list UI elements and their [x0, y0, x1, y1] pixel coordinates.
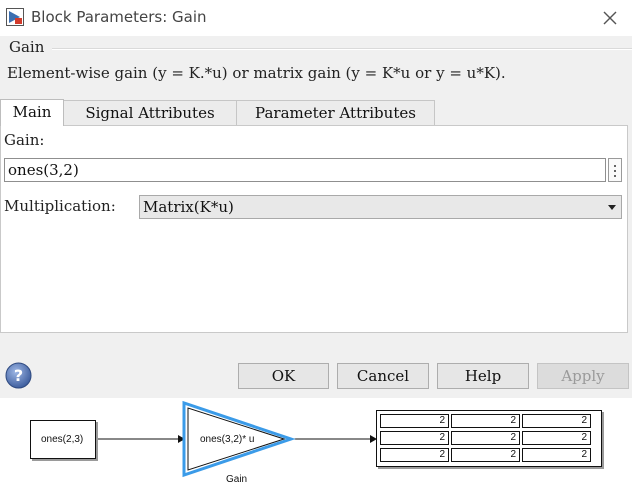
- block-description: Element-wise gain (y = K.*u) or matrix g…: [7, 64, 506, 82]
- display-cell: 2: [380, 448, 449, 462]
- display-cell: 2: [522, 414, 591, 428]
- chevron-down-icon: [608, 205, 616, 210]
- help-icon[interactable]: ?: [5, 362, 32, 389]
- cancel-button[interactable]: Cancel: [337, 363, 429, 389]
- multiplication-dropdown[interactable]: Matrix(K*u): [139, 195, 622, 219]
- svg-text:?: ?: [14, 366, 23, 385]
- tab-main[interactable]: Main: [0, 99, 64, 126]
- multiplication-value: Matrix(K*u): [143, 198, 234, 216]
- display-cell: 2: [451, 448, 520, 462]
- tab-parameter-attributes[interactable]: Parameter Attributes: [236, 100, 435, 125]
- window-title: Block Parameters: Gain: [31, 8, 207, 26]
- block-parameters-dialog: Block Parameters: Gain Gain Element-wise…: [0, 0, 632, 398]
- constant-block-value: ones(2,3): [41, 434, 84, 445]
- display-block[interactable]: 2 2 2 2 2 2 2 2 2: [376, 410, 602, 467]
- main-tab-panel: [0, 125, 628, 333]
- simulink-app-icon: [6, 8, 24, 26]
- group-divider: [52, 48, 632, 50]
- tab-signal-attributes[interactable]: Signal Attributes: [63, 100, 237, 125]
- display-cell: 2: [522, 431, 591, 445]
- display-cell: 2: [522, 448, 591, 462]
- title-bar: Block Parameters: Gain: [0, 0, 632, 36]
- display-cell: 2: [380, 431, 449, 445]
- gain-input[interactable]: [4, 158, 606, 182]
- gain-label: Gain:: [4, 131, 45, 149]
- gain-block-value: ones(3,2)* u: [200, 434, 255, 445]
- apply-button[interactable]: Apply: [537, 363, 629, 389]
- help-button[interactable]: Help: [437, 363, 529, 389]
- display-cell: 2: [380, 414, 449, 428]
- group-title: Gain: [9, 38, 45, 56]
- ok-button[interactable]: OK: [238, 363, 329, 389]
- simulink-model-canvas: ones(2,3) ones(3,2)* u 2 2 2 2 2 2 2 2 2: [0, 398, 632, 479]
- more-options-icon[interactable]: [608, 158, 622, 182]
- multiplication-label: Multiplication:: [4, 197, 116, 215]
- constant-block[interactable]: ones(2,3): [30, 420, 96, 459]
- display-cell: 2: [451, 414, 520, 428]
- close-icon[interactable]: [598, 6, 622, 30]
- gain-block-label: Gain: [226, 474, 248, 485]
- display-cell: 2: [451, 431, 520, 445]
